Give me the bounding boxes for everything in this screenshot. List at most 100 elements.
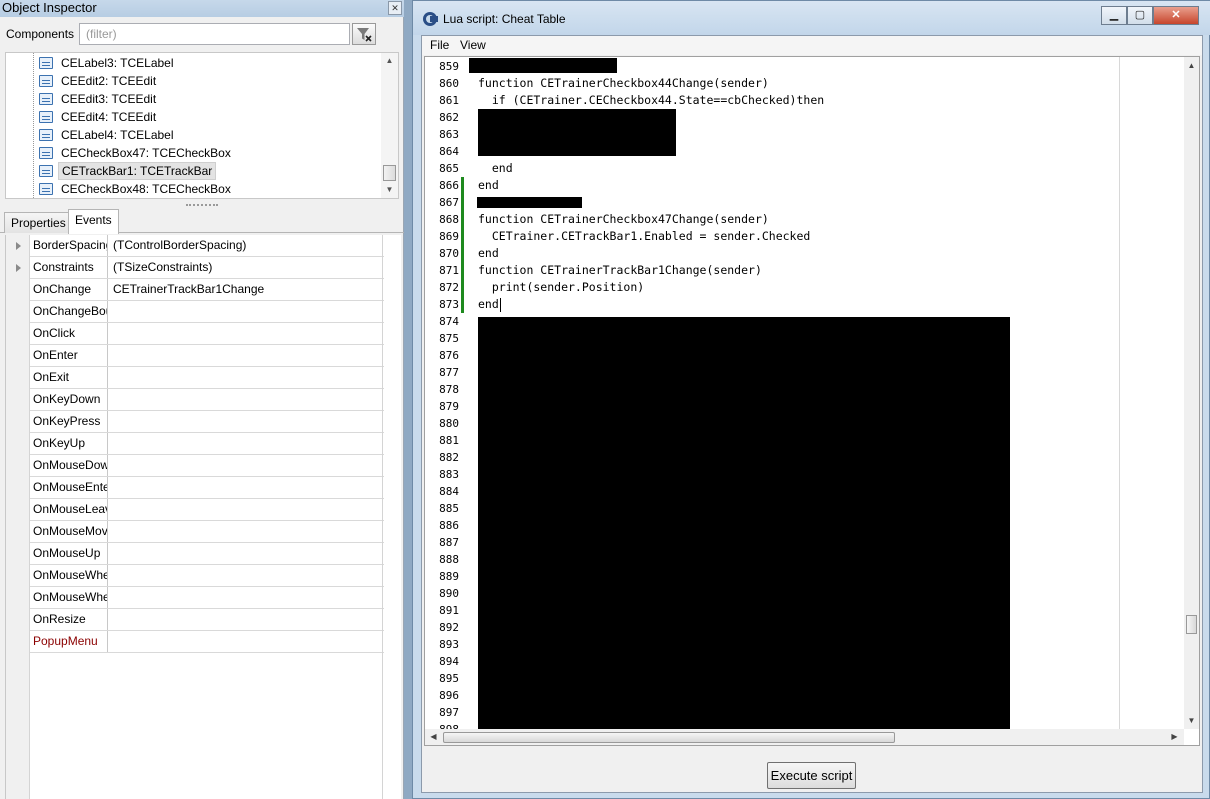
tab-events[interactable]: Events bbox=[68, 209, 119, 234]
event-name: OnMouseWheelDown bbox=[30, 587, 108, 608]
object-inspector-title: Object Inspector bbox=[0, 0, 404, 17]
expand-arrow-icon[interactable] bbox=[16, 242, 21, 250]
event-row[interactable]: OnMouseWheel bbox=[30, 565, 384, 587]
filter-clear-button[interactable] bbox=[352, 23, 376, 45]
event-row[interactable]: OnMouseDown bbox=[30, 455, 384, 477]
panel-splitter[interactable] bbox=[0, 202, 404, 209]
code-line: function CETrainerTrackBar1Change(sender… bbox=[478, 263, 762, 277]
line-number: 889 bbox=[439, 570, 459, 583]
minimize-icon[interactable]: ▁ bbox=[1101, 6, 1127, 25]
event-row[interactable]: OnMouseUp bbox=[30, 543, 384, 565]
tree-scroll-thumb[interactable] bbox=[383, 165, 396, 181]
scroll-up-icon[interactable]: ▲ bbox=[381, 53, 398, 69]
tree-item[interactable]: CETrackBar1: TCETrackBar bbox=[6, 162, 376, 180]
event-name: OnKeyPress bbox=[30, 411, 108, 432]
event-row[interactable]: OnResize bbox=[30, 609, 384, 631]
code-line: end bbox=[478, 178, 499, 192]
event-row[interactable]: PopupMenu bbox=[30, 631, 384, 653]
line-number: 893 bbox=[439, 638, 459, 651]
event-name: OnMouseUp bbox=[30, 543, 108, 564]
component-icon bbox=[39, 183, 53, 195]
line-number: 859 bbox=[439, 60, 459, 73]
lua-app-icon bbox=[423, 12, 438, 26]
tree-scrollbar[interactable]: ▲ ▼ bbox=[381, 53, 398, 198]
line-number: 884 bbox=[439, 485, 459, 498]
line-number: 877 bbox=[439, 366, 459, 379]
event-row[interactable]: OnExit bbox=[30, 367, 384, 389]
tree-item[interactable]: CECheckBox47: TCECheckBox bbox=[6, 144, 376, 162]
right-margin-line bbox=[1119, 57, 1120, 729]
menu-file[interactable]: File bbox=[430, 38, 449, 52]
tab-properties[interactable]: Properties bbox=[4, 212, 73, 233]
event-value[interactable]: (TSizeConstraints) bbox=[113, 257, 212, 278]
event-name: OnClick bbox=[30, 323, 108, 344]
event-value[interactable]: (TControlBorderSpacing) bbox=[113, 235, 246, 256]
tree-item-label: CEEdit4: TCEEdit bbox=[61, 110, 157, 124]
close-icon[interactable]: ✕ bbox=[1153, 6, 1199, 25]
scroll-down-icon[interactable]: ▼ bbox=[1184, 713, 1199, 728]
scroll-right-icon[interactable]: ▶ bbox=[1167, 729, 1182, 745]
line-number: 882 bbox=[439, 451, 459, 464]
event-name: OnMouseMove bbox=[30, 521, 108, 542]
expand-arrow-icon[interactable] bbox=[16, 264, 21, 272]
tree-item[interactable]: CELabel3: TCELabel bbox=[6, 54, 376, 72]
line-number: 876 bbox=[439, 349, 459, 362]
editor-hscroll-thumb[interactable] bbox=[443, 732, 895, 743]
event-row[interactable]: OnChangeBounds bbox=[30, 301, 384, 323]
event-row[interactable]: OnKeyPress bbox=[30, 411, 384, 433]
line-number: 860 bbox=[439, 77, 459, 90]
menu-view[interactable]: View bbox=[460, 38, 486, 52]
event-value[interactable]: CETrainerTrackBar1Change bbox=[113, 279, 264, 300]
event-row[interactable]: OnMouseWheelDown bbox=[30, 587, 384, 609]
components-filter-input[interactable] bbox=[79, 23, 350, 45]
execute-script-button[interactable]: Execute script bbox=[767, 762, 856, 789]
event-row[interactable]: OnMouseEnter bbox=[30, 477, 384, 499]
line-number: 892 bbox=[439, 621, 459, 634]
event-row[interactable]: OnEnter bbox=[30, 345, 384, 367]
redacted-block bbox=[477, 197, 582, 208]
editor-vscroll-thumb[interactable] bbox=[1186, 615, 1197, 634]
tree-item[interactable]: CEEdit3: TCEEdit bbox=[6, 90, 376, 108]
event-row[interactable]: OnMouseMove bbox=[30, 521, 384, 543]
component-tree: CELabel3: TCELabel CEEdit2: TCEEdit CEEdit… bbox=[5, 52, 399, 199]
event-row[interactable]: OnKeyDown bbox=[30, 389, 384, 411]
redacted-block bbox=[478, 317, 1010, 735]
scroll-up-icon[interactable]: ▲ bbox=[1184, 58, 1199, 73]
tree-item-label: CEEdit3: TCEEdit bbox=[61, 92, 157, 106]
lua-window-titlebar[interactable]: Lua script: Cheat Table ▁ ▢ ✕ bbox=[413, 1, 1210, 35]
event-name: OnMouseEnter bbox=[30, 477, 108, 498]
editor-vertical-scrollbar[interactable]: ▲ ▼ bbox=[1184, 57, 1199, 729]
line-number: 873 bbox=[439, 298, 459, 311]
component-icon bbox=[39, 111, 53, 123]
event-row[interactable]: OnKeyUp bbox=[30, 433, 384, 455]
code-line: end bbox=[478, 297, 499, 311]
lua-code-editor[interactable]: 859 860 861 862 863 864 865 866 867 868 869 870 871 8… bbox=[424, 56, 1200, 746]
tree-item[interactable]: CEEdit4: TCEEdit bbox=[6, 108, 376, 126]
events-grid: BorderSpacing (TControlBorderSpacing) Cons… bbox=[5, 235, 401, 799]
event-name: Constraints bbox=[30, 257, 108, 278]
component-icon bbox=[39, 57, 53, 69]
redacted-block bbox=[469, 58, 617, 73]
tree-item[interactable]: CECheckBox48: TCECheckBox bbox=[6, 180, 376, 198]
event-row[interactable]: BorderSpacing (TControlBorderSpacing) bbox=[16, 235, 384, 257]
event-row[interactable]: OnChange CETrainerTrackBar1Change bbox=[30, 279, 384, 301]
event-row[interactable]: OnClick bbox=[30, 323, 384, 345]
line-number: 867 bbox=[439, 196, 459, 209]
component-icon bbox=[39, 147, 53, 159]
tree-item[interactable]: CELabel4: TCELabel bbox=[6, 126, 376, 144]
event-name: OnExit bbox=[30, 367, 108, 388]
line-number: 863 bbox=[439, 128, 459, 141]
maximize-icon[interactable]: ▢ bbox=[1127, 6, 1153, 25]
scroll-down-icon[interactable]: ▼ bbox=[381, 182, 398, 198]
event-row[interactable]: Constraints (TSizeConstraints) bbox=[16, 257, 384, 279]
event-name: OnMouseWheel bbox=[30, 565, 108, 586]
scroll-left-icon[interactable]: ◀ bbox=[426, 729, 441, 745]
event-row[interactable]: OnMouseLeave bbox=[30, 499, 384, 521]
splitter-grip bbox=[186, 204, 218, 206]
editor-horizontal-scrollbar[interactable]: ◀ ▶ bbox=[425, 729, 1184, 745]
line-number: 874 bbox=[439, 315, 459, 328]
line-number: 883 bbox=[439, 468, 459, 481]
close-icon[interactable]: ✕ bbox=[388, 1, 402, 15]
tree-item[interactable]: CEEdit2: TCEEdit bbox=[6, 72, 376, 90]
line-number: 862 bbox=[439, 111, 459, 124]
